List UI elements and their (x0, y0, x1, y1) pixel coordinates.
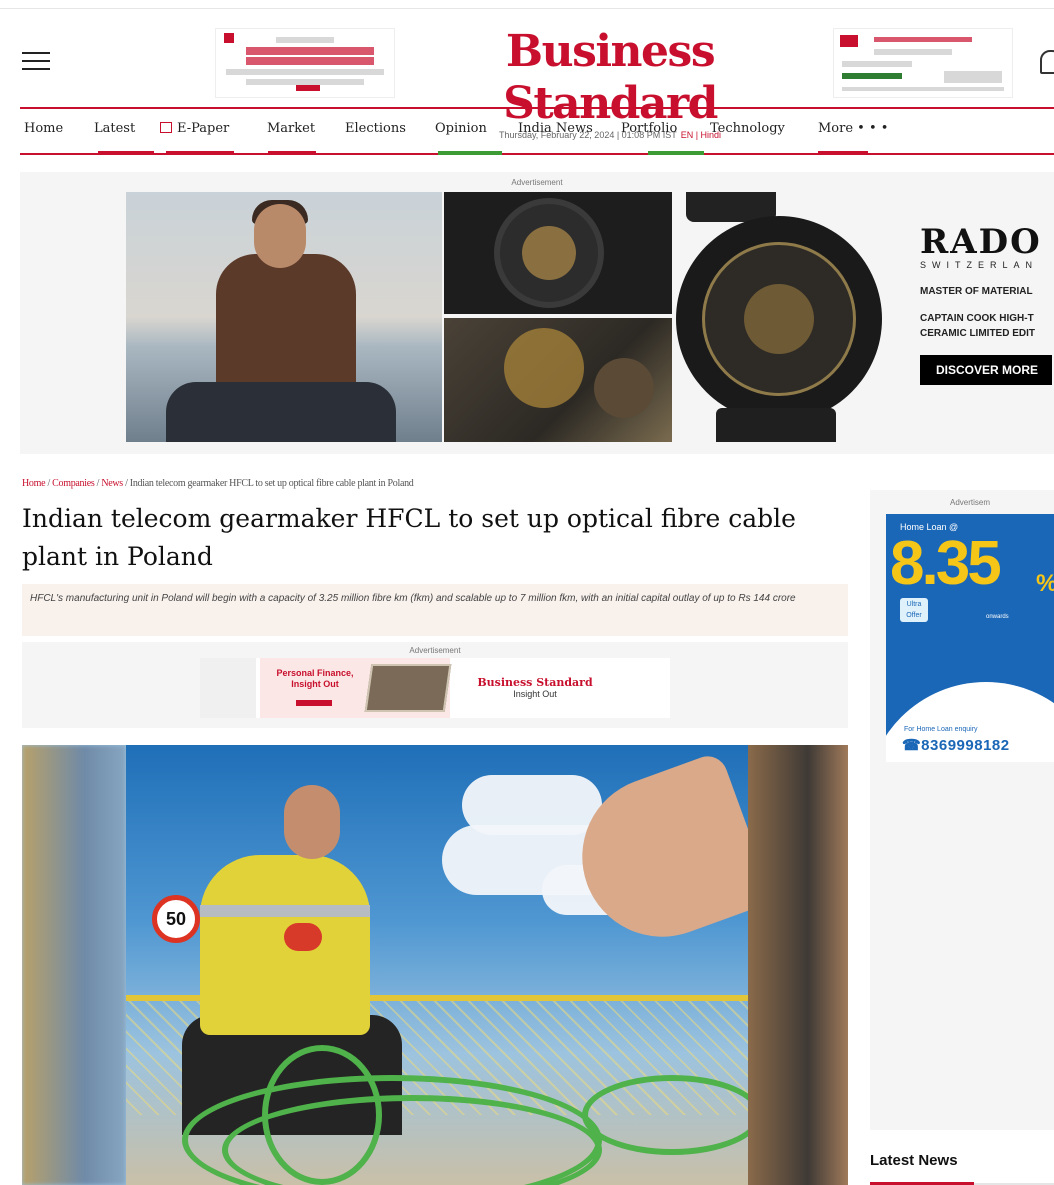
nav-item-india-news[interactable]: India News (518, 121, 593, 136)
epaper-icon (160, 122, 172, 133)
inline-advertisement[interactable]: Advertisement Personal Finance, Insight … (22, 642, 848, 728)
ad-watch-closeup-image (444, 192, 672, 314)
loan-percent: % (1036, 570, 1054, 598)
breadcrumb: Home / Companies / News / Indian telecom… (22, 478, 414, 489)
hero-advertisement[interactable]: Advertisement RADO SWITZERLAN MASTER OF … (20, 172, 1054, 454)
ad-label: Advertisement (409, 646, 461, 655)
loan-rate: 8.35 (890, 529, 1002, 598)
ad-label: Advertisem (950, 498, 991, 507)
ad-copy: RADO SWITZERLAN MASTER OF MATERIAL CAPTA… (920, 222, 1054, 385)
inline-ad-sub: Insight Out (513, 689, 557, 699)
ad-tagline: MASTER OF MATERIAL (920, 286, 1033, 297)
menu-icon[interactable] (22, 52, 50, 72)
ad-label: Advertisement (511, 178, 563, 187)
breadcrumb-current: Indian telecom gearmaker HFCL to set up … (129, 478, 414, 489)
breadcrumb-home[interactable]: Home (22, 478, 46, 489)
article-photo: 50 (22, 745, 848, 1185)
discover-more-button[interactable]: DISCOVER MORE (920, 355, 1053, 385)
main-nav: Home Latest E-Paper Market Elections Opi… (20, 107, 1054, 155)
ad-product-line-2: CERAMIC LIMITED EDIT (920, 328, 1035, 339)
ad-product-line: CAPTAIN COOK HIGH-T CERAMIC LIMITED EDIT (920, 311, 1054, 341)
nav-item-more[interactable]: More • • • (818, 121, 888, 136)
nav-underline-epaper (166, 151, 234, 155)
nav-item-latest[interactable]: Latest (94, 121, 135, 136)
home-loan-banner[interactable]: Home Loan @ 8.35 % Ultra Offer onwards F… (886, 514, 1054, 762)
nav-item-elections[interactable]: Elections (345, 121, 406, 136)
header-ad-right[interactable] (833, 28, 1013, 98)
nav-item-portfolio[interactable]: Portfolio (621, 121, 677, 136)
article-summary: HFCL's manufacturing unit in Poland will… (22, 584, 848, 636)
nav-underline-latest (98, 151, 154, 155)
notification-bell-icon[interactable] (1040, 50, 1054, 74)
nav-underline-market (268, 151, 316, 155)
breadcrumb-news[interactable]: News (101, 478, 123, 489)
nav-label-epaper: E-Paper (177, 121, 230, 136)
inline-ad-banner[interactable]: Personal Finance, Insight Out Business S… (200, 658, 670, 718)
ad-watch-detail-image (444, 318, 672, 442)
site-header: Business Standard Thursday, February 22,… (0, 20, 1054, 140)
nav-underline-opinion (438, 151, 502, 155)
ad-watch-image (676, 192, 926, 442)
latest-news-heading[interactable]: Latest News (870, 1152, 958, 1169)
breadcrumb-companies[interactable]: Companies (52, 478, 95, 489)
nav-item-opinion[interactable]: Opinion (435, 121, 487, 136)
rado-country: SWITZERLAN (920, 260, 1039, 270)
loan-offer-badge: Ultra Offer (900, 598, 928, 622)
breadcrumb-sep: / (122, 478, 130, 489)
nav-underline-more (818, 151, 868, 155)
nav-item-epaper[interactable]: E-Paper (160, 121, 229, 136)
nav-item-market[interactable]: Market (267, 121, 315, 136)
rado-logo: RADO (920, 222, 1042, 262)
wallet-image (364, 664, 452, 712)
inline-ad-brand: Business Standard (477, 676, 593, 689)
inline-ad-promo: Personal Finance, Insight Out (276, 668, 354, 689)
nav-item-home[interactable]: Home (24, 121, 63, 136)
sidebar-advertisement[interactable]: Advertisem Home Loan @ 8.35 % Ultra Offe… (870, 490, 1054, 1130)
loan-enquiry: For Home Loan enquiry (904, 726, 978, 733)
header-ad-left[interactable] (215, 28, 395, 98)
top-divider (0, 8, 1054, 9)
nav-item-technology[interactable]: Technology (710, 121, 785, 136)
article-headline: Indian telecom gearmaker HFCL to set up … (22, 504, 796, 571)
nav-underline-portfolio (648, 151, 704, 155)
ad-product-line-1: CAPTAIN COOK HIGH-T (920, 313, 1034, 324)
loan-phone[interactable]: ☎8369998182 (902, 736, 1010, 754)
ad-model-image (126, 192, 442, 442)
loan-onwards: onwards (986, 614, 1009, 620)
